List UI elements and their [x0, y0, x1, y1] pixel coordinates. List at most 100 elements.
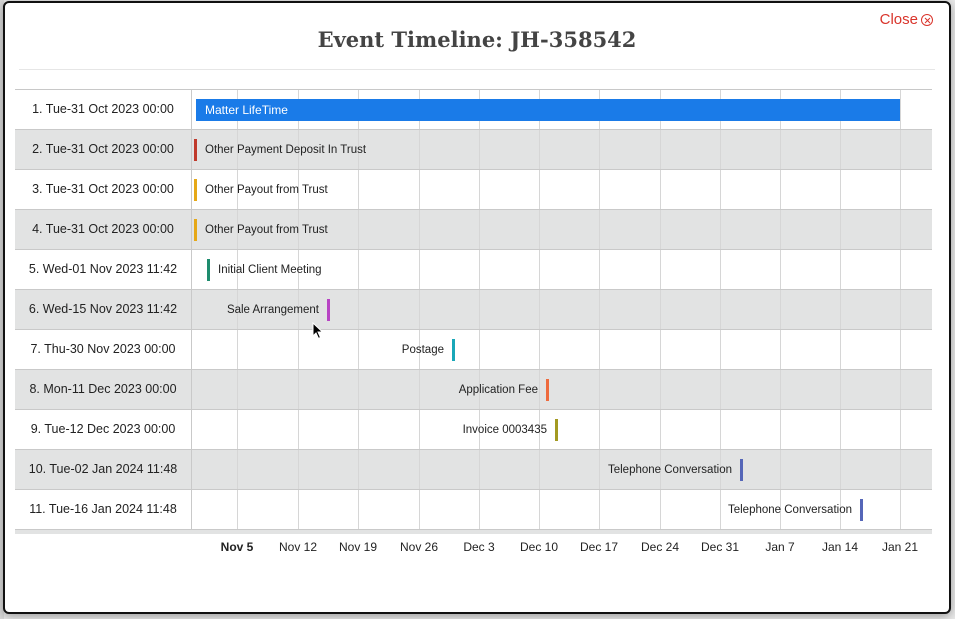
gridline [660, 290, 661, 329]
timeline-row: 2. Tue-31 Oct 2023 00:00 Other Payment De… [15, 130, 932, 170]
gridline [720, 210, 721, 249]
gridline [358, 290, 359, 329]
gridline [237, 370, 238, 409]
gridline [660, 170, 661, 209]
axis-tick-label: Nov 5 [220, 540, 254, 554]
event-marker[interactable] [555, 419, 558, 441]
gridline [780, 250, 781, 289]
close-label: Close [879, 11, 918, 28]
event-name-label: Postage [401, 344, 444, 356]
gridline [419, 450, 420, 489]
event-marker[interactable] [327, 299, 330, 321]
gridline [840, 450, 841, 489]
gridline [599, 490, 600, 529]
gridline [900, 290, 901, 329]
timeline-row: 7. Thu-30 Nov 2023 00:00 Postage [15, 330, 932, 370]
event-name-label: Invoice 0003435 [462, 424, 547, 436]
gridline [419, 370, 420, 409]
gridline [358, 410, 359, 449]
event-marker[interactable] [740, 459, 743, 481]
timeline-row: 10. Tue-02 Jan 2024 11:48 Telephone Conve… [15, 450, 932, 490]
gridline [720, 130, 721, 169]
gridline [539, 170, 540, 209]
gridline [660, 130, 661, 169]
gridline [298, 490, 299, 529]
gridline [780, 130, 781, 169]
gridline [840, 370, 841, 409]
event-marker[interactable] [207, 259, 210, 281]
axis-tick-label: Dec 17 [579, 540, 619, 554]
gridline [720, 370, 721, 409]
gridline [479, 170, 480, 209]
gridline [660, 410, 661, 449]
axis-tick-label: Dec 10 [519, 540, 559, 554]
timeline-row: 5. Wed-01 Nov 2023 11:42 Initial Client M… [15, 250, 932, 290]
gridline [419, 130, 420, 169]
gridline [237, 410, 238, 449]
gridline [358, 450, 359, 489]
gridline [720, 290, 721, 329]
event-name-label: Other Payout from Trust [205, 224, 328, 236]
event-name-label: Application Fee [458, 384, 538, 396]
event-date-label: 3. Tue-31 Oct 2023 00:00 [15, 170, 192, 209]
gridline [358, 490, 359, 529]
event-marker[interactable] [546, 379, 549, 401]
gridline [237, 490, 238, 529]
event-marker[interactable] [194, 139, 197, 161]
gridline [720, 410, 721, 449]
timeline-row: 8. Mon-11 Dec 2023 00:00 Application Fee [15, 370, 932, 410]
gridline [900, 410, 901, 449]
axis-tick-label: Dec 3 [463, 540, 495, 554]
gridline [298, 330, 299, 369]
event-marker[interactable] [194, 219, 197, 241]
event-date-label: 1. Tue-31 Oct 2023 00:00 [15, 90, 192, 129]
lifetime-bar[interactable]: Matter LifeTime [196, 99, 900, 121]
gridline [660, 490, 661, 529]
event-name-label: Initial Client Meeting [218, 264, 322, 276]
gridline [900, 250, 901, 289]
timeline-row: 11. Tue-16 Jan 2024 11:48 Telephone Conve… [15, 490, 932, 530]
gridline [840, 410, 841, 449]
axis-tick-label: Dec 24 [640, 540, 680, 554]
gridline [539, 130, 540, 169]
gridline [599, 450, 600, 489]
gridline [539, 370, 540, 409]
gridline [900, 330, 901, 369]
event-marker[interactable] [860, 499, 863, 521]
gridline [780, 410, 781, 449]
gridline [358, 250, 359, 289]
gridline [298, 370, 299, 409]
timeline-chart: 1. Tue-31 Oct 2023 00:00 Matter LifeTime 2… [15, 89, 932, 534]
gridline [479, 290, 480, 329]
mouse-cursor-icon [312, 322, 324, 340]
gridline [900, 90, 901, 129]
timeline-row: 3. Tue-31 Oct 2023 00:00 Other Payout fro… [15, 170, 932, 210]
gridline [900, 130, 901, 169]
gridline [780, 450, 781, 489]
gridline [900, 170, 901, 209]
gridline [599, 170, 600, 209]
gridline [599, 250, 600, 289]
gridline [237, 330, 238, 369]
gridline [900, 370, 901, 409]
close-button[interactable]: Close [880, 11, 933, 28]
timeline-row: 4. Tue-31 Oct 2023 00:00 Other Payout fro… [15, 210, 932, 250]
timeline-row-empty [15, 530, 932, 534]
gridline [780, 330, 781, 369]
gridline [479, 490, 480, 529]
event-marker[interactable] [194, 179, 197, 201]
gridline [599, 330, 600, 369]
axis-tick-label: Jan 21 [881, 540, 919, 554]
event-marker[interactable] [452, 339, 455, 361]
event-date-label: 2. Tue-31 Oct 2023 00:00 [15, 130, 192, 169]
gridline [840, 330, 841, 369]
gridline [539, 250, 540, 289]
gridline [358, 210, 359, 249]
axis-tick-label: Nov 12 [278, 540, 318, 554]
gridline [539, 290, 540, 329]
gridline [840, 210, 841, 249]
gridline [479, 330, 480, 369]
gridline [720, 250, 721, 289]
modal-title: Event Timeline: JH-358542 [317, 27, 637, 52]
gridline [419, 250, 420, 289]
